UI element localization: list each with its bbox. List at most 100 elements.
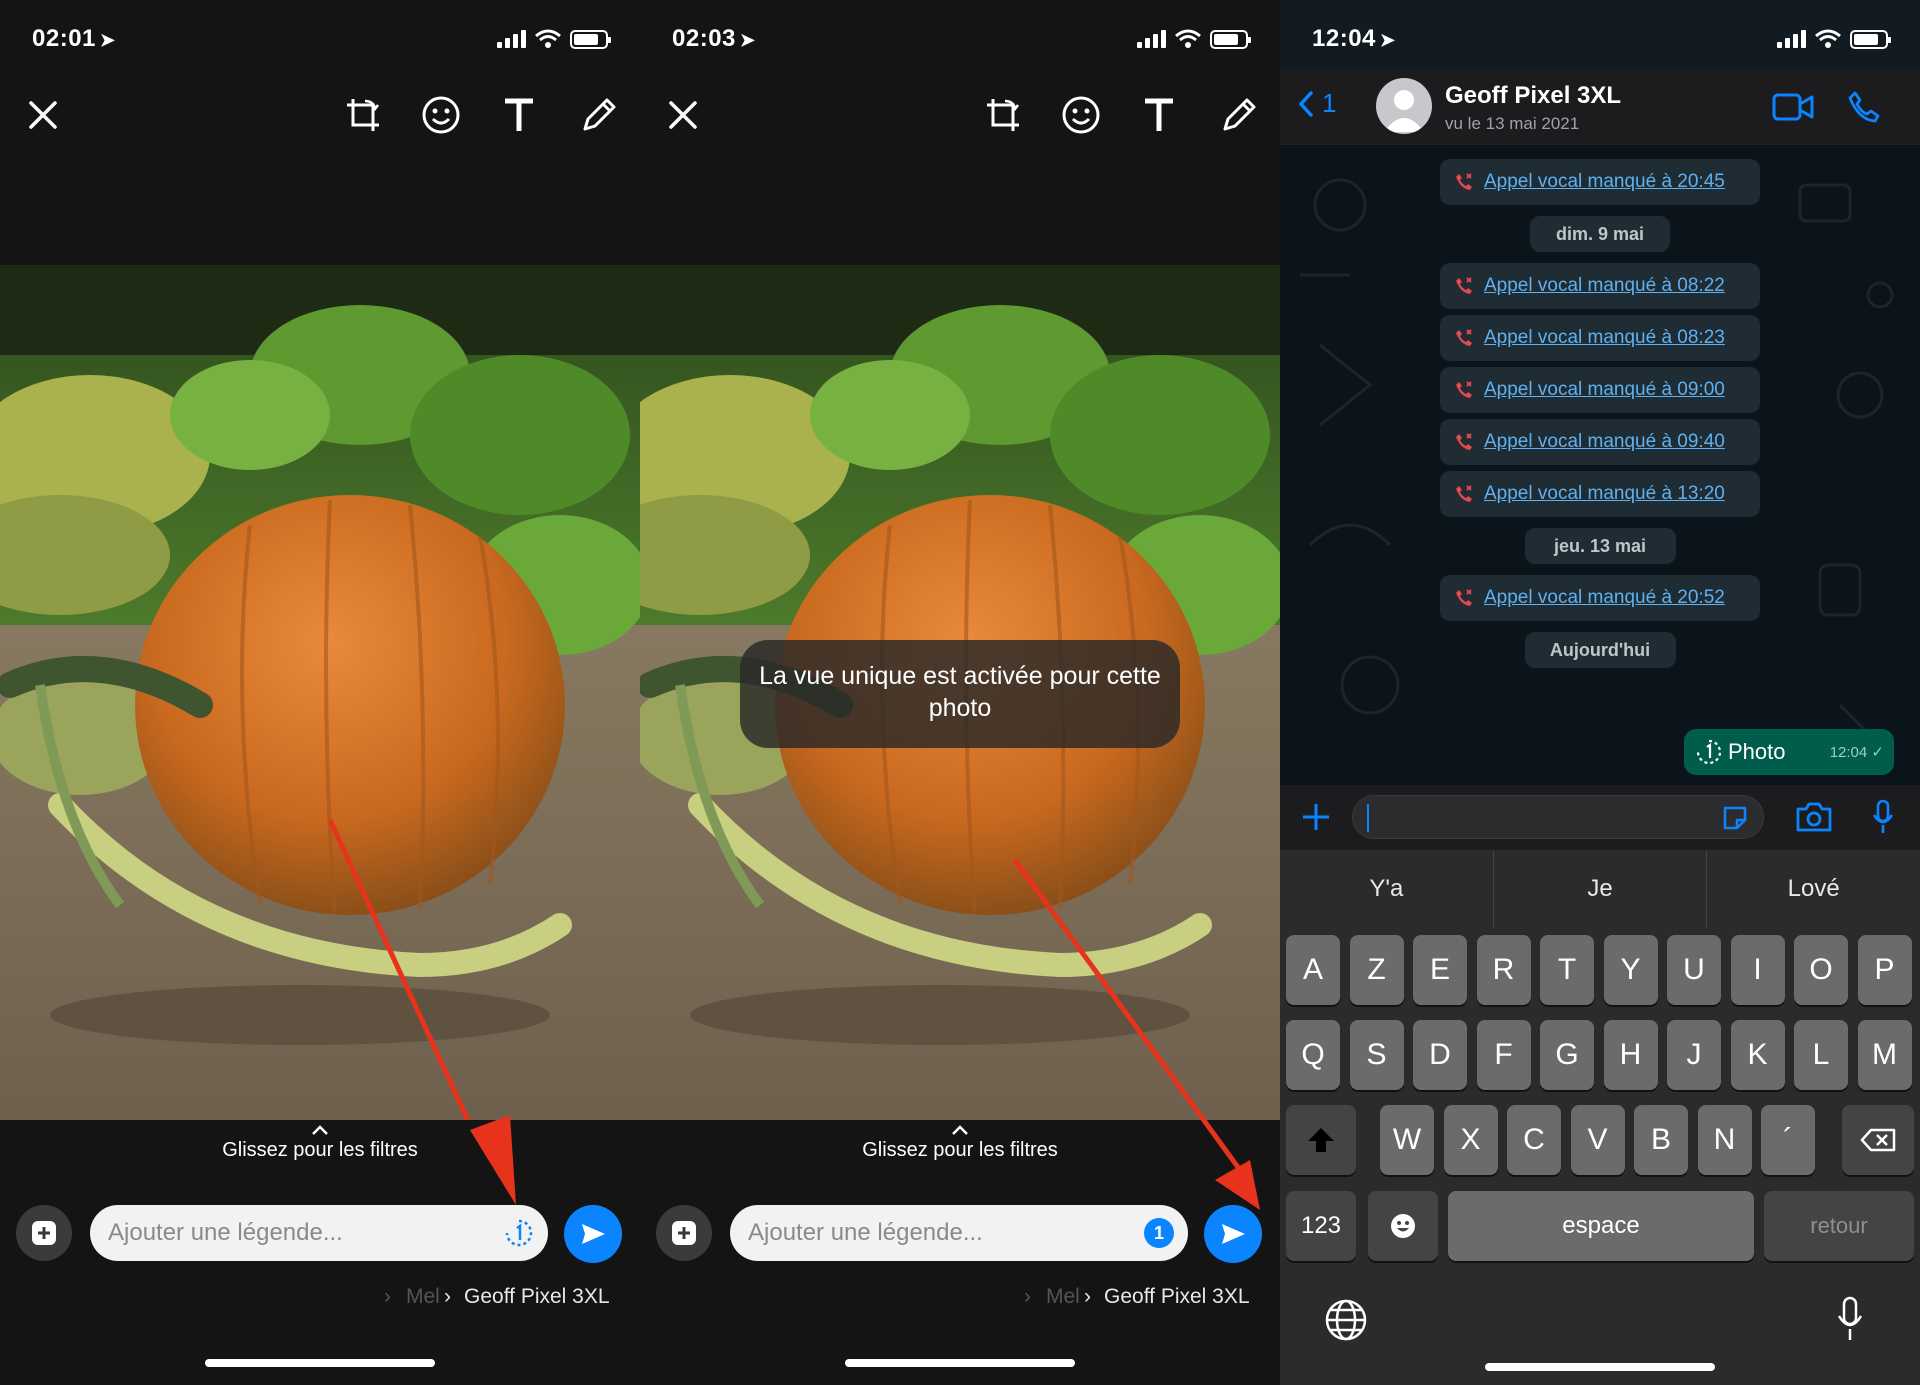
missed-call-label[interactable]: Appel vocal manqué à 13:20 <box>1484 483 1725 505</box>
text-tool-icon[interactable] <box>1134 90 1184 140</box>
battery-icon <box>1210 29 1251 49</box>
key-´[interactable]: ´ <box>1761 1105 1815 1175</box>
send-button[interactable] <box>564 1205 622 1263</box>
missed-call-label[interactable]: Appel vocal manqué à 08:22 <box>1484 275 1725 297</box>
key-x[interactable]: X <box>1443 1105 1498 1175</box>
suggestion-1[interactable]: Y'a <box>1280 850 1494 928</box>
missed-call-message[interactable]: Appel vocal manqué à 09:00 <box>1440 367 1760 413</box>
phone-call-icon[interactable] <box>1847 90 1881 124</box>
recipient-prefix: Mel <box>406 1285 440 1308</box>
numbers-key[interactable]: 123 <box>1286 1191 1356 1261</box>
missed-call-message[interactable]: Appel vocal manqué à 20:52 <box>1440 575 1760 621</box>
key-r[interactable]: R <box>1476 935 1531 1005</box>
view-once-icon <box>1696 739 1722 765</box>
key-a[interactable]: A <box>1286 935 1340 1005</box>
pencil-draw-icon[interactable] <box>574 90 624 140</box>
key-y[interactable]: Y <box>1603 935 1658 1005</box>
key-c[interactable]: C <box>1507 1105 1561 1175</box>
send-button[interactable] <box>1204 1205 1262 1263</box>
date-separator: Aujourd'hui <box>1524 632 1676 668</box>
battery-icon <box>570 29 611 49</box>
key-z[interactable]: Z <box>1349 935 1404 1005</box>
message-input[interactable] <box>1352 795 1764 839</box>
key-j[interactable]: J <box>1667 1020 1721 1090</box>
text-cursor <box>1367 804 1369 832</box>
sticker-icon[interactable] <box>1721 804 1749 832</box>
close-icon[interactable] <box>18 90 68 140</box>
recipient-prefix: Mel <box>1046 1285 1080 1308</box>
key-d[interactable]: D <box>1413 1020 1467 1090</box>
crop-rotate-icon[interactable] <box>338 90 388 140</box>
status-bar: 02:03 ➤ <box>672 22 1251 56</box>
caption-input[interactable]: Ajouter une légende... <box>90 1205 548 1261</box>
emoji-key[interactable] <box>1368 1191 1438 1261</box>
close-icon[interactable] <box>658 90 708 140</box>
outgoing-photo-message[interactable]: Photo 12:04 ✓ <box>1684 729 1894 775</box>
contact-name[interactable]: Geoff Pixel 3XL <box>1445 82 1621 110</box>
video-call-icon[interactable] <box>1772 92 1814 122</box>
pencil-draw-icon[interactable] <box>1214 90 1264 140</box>
key-u[interactable]: U <box>1667 935 1721 1005</box>
add-media-button[interactable] <box>656 1205 712 1261</box>
return-key[interactable]: retour <box>1764 1191 1914 1261</box>
emoji-sticker-icon[interactable] <box>1056 90 1106 140</box>
suggestion-3[interactable]: Lové <box>1707 850 1920 928</box>
missed-call-label[interactable]: Appel vocal manqué à 08:23 <box>1484 327 1725 349</box>
missed-call-icon <box>1456 485 1472 502</box>
backspace-key[interactable] <box>1842 1105 1914 1175</box>
recipient-name[interactable]: Geoff Pixel 3XL <box>464 1285 610 1309</box>
key-k[interactable]: K <box>1730 1020 1785 1090</box>
key-m[interactable]: M <box>1857 1020 1912 1090</box>
key-i[interactable]: I <box>1730 935 1785 1005</box>
space-key[interactable]: espace <box>1448 1191 1754 1261</box>
key-v[interactable]: V <box>1570 1105 1625 1175</box>
missed-call-message[interactable]: Appel vocal manqué à 09:40 <box>1440 419 1760 465</box>
view-once-active-icon[interactable]: 1 <box>1144 1218 1174 1248</box>
key-o[interactable]: O <box>1794 935 1848 1005</box>
back-button[interactable]: 1 <box>1298 88 1336 119</box>
key-p[interactable]: P <box>1857 935 1912 1005</box>
key-h[interactable]: H <box>1603 1020 1658 1090</box>
suggestion-2[interactable]: Je <box>1494 850 1708 928</box>
key-g[interactable]: G <box>1540 1020 1594 1090</box>
dictation-mic-icon[interactable] <box>1836 1296 1864 1342</box>
missed-call-message[interactable]: Appel vocal manqué à 20:45 <box>1440 159 1760 205</box>
caption-input[interactable]: Ajouter une légende... 1 <box>730 1205 1188 1261</box>
missed-call-label[interactable]: Appel vocal manqué à 09:40 <box>1484 431 1725 453</box>
status-bar: 02:01 ➤ <box>32 22 611 56</box>
plus-icon[interactable] <box>1300 801 1332 833</box>
key-t[interactable]: T <box>1540 935 1594 1005</box>
missed-call-message[interactable]: Appel vocal manqué à 08:23 <box>1440 315 1760 361</box>
key-f[interactable]: F <box>1476 1020 1531 1090</box>
crop-rotate-icon[interactable] <box>978 90 1028 140</box>
add-media-button[interactable] <box>16 1205 72 1261</box>
recipient-name[interactable]: Geoff Pixel 3XL <box>1104 1285 1250 1309</box>
globe-icon[interactable] <box>1324 1298 1368 1342</box>
camera-icon[interactable] <box>1795 801 1833 833</box>
key-n[interactable]: N <box>1697 1105 1752 1175</box>
missed-call-label[interactable]: Appel vocal manqué à 09:00 <box>1484 379 1725 401</box>
shift-key[interactable] <box>1286 1105 1356 1175</box>
status-bar: 12:04 ➤ <box>1312 22 1891 56</box>
message-list[interactable]: Appel vocal manqué à 20:45 dim. 9 mai Appe… <box>1280 145 1920 785</box>
key-s[interactable]: S <box>1349 1020 1404 1090</box>
editor-toolbar <box>658 90 1262 140</box>
filters-hint[interactable]: Glissez pour les filtres <box>862 1139 1058 1161</box>
missed-call-label[interactable]: Appel vocal manqué à 20:45 <box>1484 171 1725 193</box>
caption-row: Ajouter une légende... <box>16 1205 624 1263</box>
missed-call-message[interactable]: Appel vocal manqué à 08:22 <box>1440 263 1760 309</box>
filters-hint[interactable]: Glissez pour les filtres <box>222 1139 418 1161</box>
chevron-right-icon: › <box>444 1285 451 1308</box>
text-tool-icon[interactable] <box>494 90 544 140</box>
key-e[interactable]: E <box>1413 935 1467 1005</box>
missed-call-label[interactable]: Appel vocal manqué à 20:52 <box>1484 587 1725 609</box>
view-once-icon[interactable] <box>504 1218 534 1248</box>
key-q[interactable]: Q <box>1286 1020 1340 1090</box>
emoji-sticker-icon[interactable] <box>416 90 466 140</box>
key-b[interactable]: B <box>1634 1105 1688 1175</box>
microphone-icon[interactable] <box>1872 799 1894 835</box>
avatar[interactable] <box>1376 78 1432 134</box>
key-w[interactable]: W <box>1380 1105 1434 1175</box>
key-l[interactable]: L <box>1794 1020 1848 1090</box>
missed-call-message[interactable]: Appel vocal manqué à 13:20 <box>1440 471 1760 517</box>
